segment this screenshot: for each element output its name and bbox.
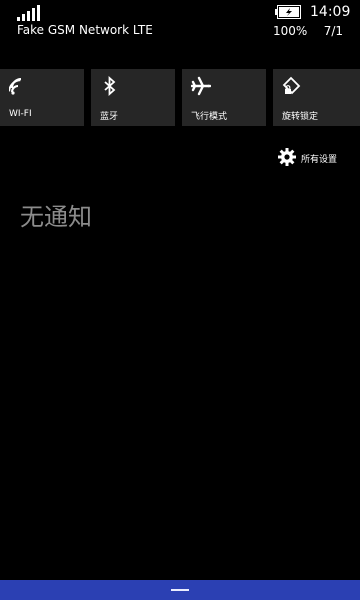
collapse-handle[interactable]: [171, 589, 189, 591]
quick-action-label: 飞行模式: [191, 112, 228, 122]
all-settings-label: 所有设置: [301, 155, 338, 165]
rotation-lock-icon: [282, 76, 301, 95]
battery-percent: 100%: [273, 24, 308, 38]
quick-action-airplane[interactable]: 飞行模式: [182, 69, 266, 126]
clock-time: 14:09: [310, 4, 351, 20]
all-settings-link[interactable]: 所有设置: [278, 148, 348, 168]
quick-action-rotation-lock[interactable]: 旋转锁定: [273, 69, 360, 126]
quick-action-label: 旋转锁定: [282, 112, 319, 122]
quick-action-label: WI-FI: [9, 109, 32, 119]
action-center: Fake GSM Network LTE 14:09 100% 7/1 WI-F…: [0, 0, 360, 600]
bluetooth-icon: [104, 76, 116, 96]
quick-action-label: 蓝牙: [100, 112, 119, 122]
no-notifications-text: 无通知: [20, 203, 92, 231]
network-name: Fake GSM Network LTE: [17, 23, 153, 37]
airplane-icon: [191, 76, 211, 96]
signal-strength-icon: [17, 5, 40, 21]
quick-action-bluetooth[interactable]: 蓝牙: [91, 69, 175, 126]
wifi-icon: [9, 78, 22, 95]
quick-actions: WI-FI 蓝牙 飞行模式 旋转锁定: [0, 69, 360, 126]
quick-action-wifi[interactable]: WI-FI: [0, 69, 84, 126]
gear-icon: [278, 148, 296, 166]
bottom-bar: [0, 580, 360, 600]
battery-charging-icon: [275, 5, 301, 19]
date-label: 7/1: [323, 24, 343, 38]
